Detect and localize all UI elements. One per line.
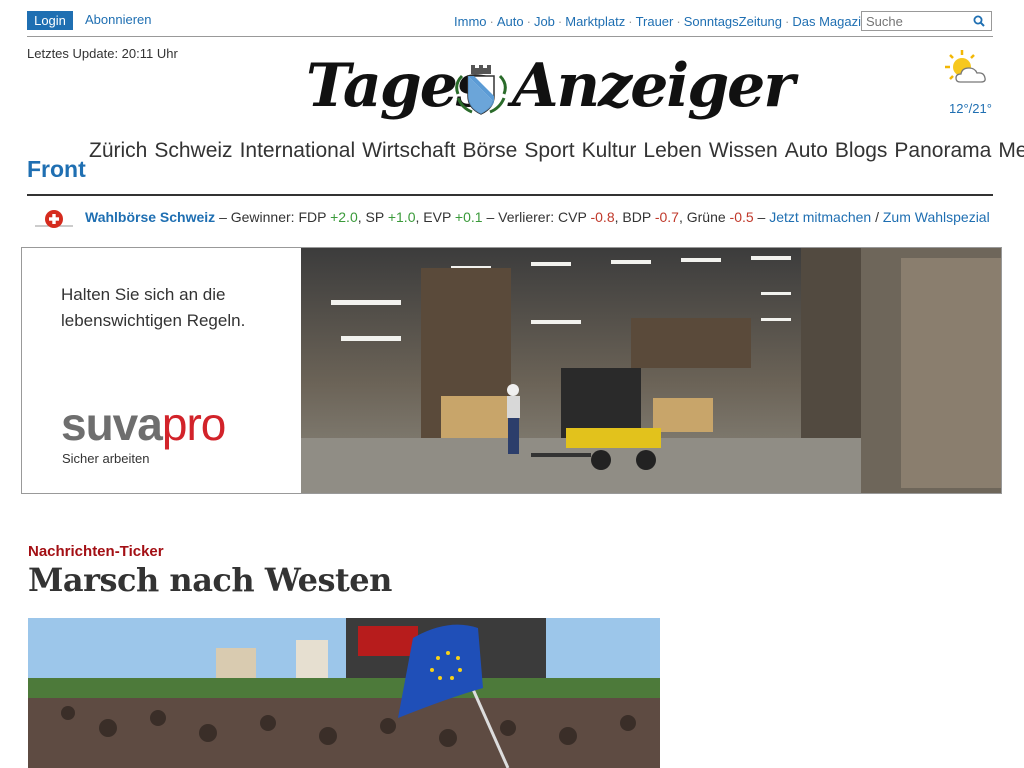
ad-subline: Sicher arbeiten (62, 451, 150, 466)
nav-item-blogs[interactable]: Blogs (835, 139, 888, 162)
party-change: -0.7 (654, 209, 679, 225)
subscribe-link[interactable]: Abonnieren (85, 12, 152, 27)
service-link-magazin[interactable]: Das Magazin (792, 14, 868, 29)
nav-front[interactable]: Front (27, 156, 86, 183)
ad-banner[interactable]: Halten Sie sich an die lebenswichtigen R… (21, 247, 1002, 494)
article-kicker[interactable]: Nachrichten-Ticker (28, 543, 164, 560)
nav-item-leben[interactable]: Leben (643, 139, 701, 162)
weather-temperature[interactable]: 12°/21° (949, 101, 992, 116)
party-name: EVP (423, 209, 452, 225)
search-box (861, 11, 992, 31)
party-change: -0.8 (590, 209, 615, 225)
nav-item-schweiz[interactable]: Schweiz (154, 139, 232, 162)
nav-item-auto[interactable]: Auto (785, 139, 828, 162)
masthead-logo[interactable]: Tages Anzeiger (300, 42, 795, 130)
party-name: Grüne (686, 209, 726, 225)
ad-brand-part2: pro (161, 398, 226, 450)
search-icon[interactable] (973, 15, 985, 27)
party-change: +2.0 (330, 209, 358, 225)
party-change: +1.0 (387, 209, 416, 225)
sun-cloud-icon[interactable] (942, 48, 992, 88)
crest-icon (455, 65, 507, 115)
masthead-word-right: Anzeiger (512, 51, 795, 121)
last-update: Letztes Update: 20:11 Uhr (27, 46, 178, 61)
service-link-job[interactable]: Job (534, 14, 555, 29)
nav-item-wissen[interactable]: Wissen (709, 139, 778, 162)
nav-item-sport[interactable]: Sport (524, 139, 574, 162)
login-button[interactable]: Login (27, 11, 73, 30)
ad-tagline: Halten Sie sich an die lebenswichtigen R… (61, 285, 246, 330)
nav-item-wirtschaft[interactable]: Wirtschaft (362, 139, 455, 162)
service-link-sonntagszeitung[interactable]: SonntagsZeitung (684, 14, 782, 29)
party-name: BDP (622, 209, 651, 225)
ad-brand-logo: suvapro (61, 398, 226, 450)
swiss-flag-icon (35, 210, 73, 228)
service-link-trauer[interactable]: Trauer (636, 14, 674, 29)
wahlboerse-title[interactable]: Wahlbörse Schweiz (85, 209, 215, 225)
divider (27, 36, 993, 37)
election-special-link[interactable]: Zum Wahlspezial (883, 209, 990, 225)
nav-divider (27, 194, 993, 196)
nav-item-zuerich[interactable]: Zürich (89, 139, 147, 162)
service-nav: Immo · Auto · Job · Marktplatz · Trauer · Sonntags… (454, 14, 869, 29)
party-change: +0.1 (454, 209, 483, 225)
service-link-marktplatz[interactable]: Marktplatz (565, 14, 625, 29)
nav-item-kultur[interactable]: Kultur (582, 139, 637, 162)
ad-text-panel: Halten Sie sich an die lebenswichtigen R… (22, 248, 301, 493)
nav-item-mehr[interactable]: Mehr (998, 139, 1024, 162)
nav-item-panorama[interactable]: Panorama (894, 139, 991, 162)
nav-item-international[interactable]: International (240, 139, 356, 162)
winners-label: – Gewinner: (219, 209, 295, 225)
party-change: -0.5 (729, 209, 754, 225)
warehouse-photo (301, 248, 1001, 493)
participate-link[interactable]: Jetzt mitmachen (769, 209, 871, 225)
main-nav: Zürich Schweiz International Wirtschaft Börs… (89, 139, 1024, 163)
losers-label: – Verlierer: (486, 209, 555, 225)
article-photo[interactable] (28, 618, 660, 768)
ad-brand-part1: suva (61, 398, 163, 450)
service-link-auto[interactable]: Auto (497, 14, 524, 29)
party-name: FDP (298, 209, 327, 225)
search-input[interactable] (862, 12, 967, 30)
wahlboerse-strip: Wahlbörse Schweiz – Gewinner: FDP +2.0, … (85, 209, 990, 225)
nav-item-boerse[interactable]: Börse (463, 139, 518, 162)
service-link-immo[interactable]: Immo (454, 14, 487, 29)
article-headline[interactable]: Marsch nach Westen (28, 561, 392, 599)
party-name: SP (365, 209, 384, 225)
party-name: CVP (558, 209, 587, 225)
